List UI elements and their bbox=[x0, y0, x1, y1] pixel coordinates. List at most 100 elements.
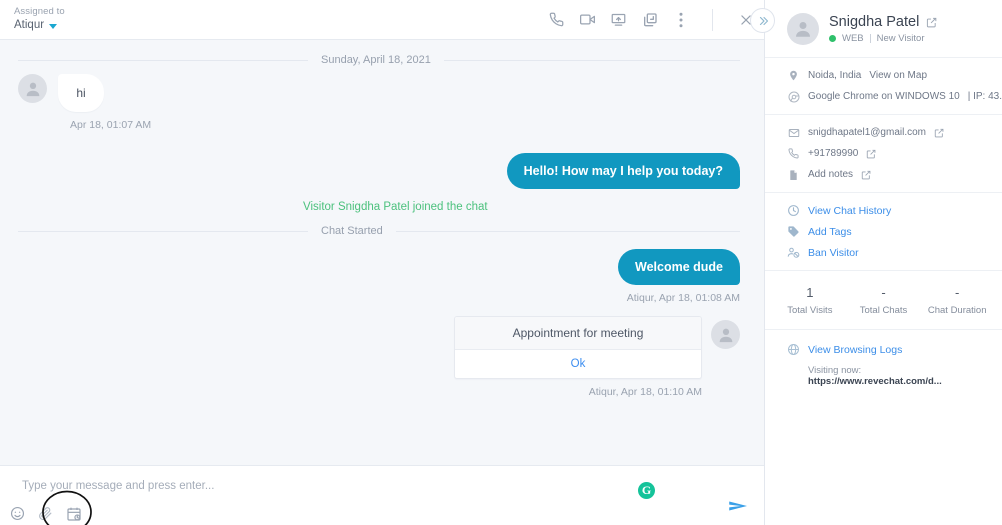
outgoing-bubble-wrap: Welcome dude Atiqur, Apr 18, 01:08 AM bbox=[618, 249, 740, 304]
composer-tools bbox=[8, 504, 83, 523]
screen-share-icon[interactable] bbox=[610, 11, 627, 28]
visitor-phone: +91789990 bbox=[808, 148, 859, 159]
emoji-smiley-icon[interactable] bbox=[8, 504, 27, 523]
visitor-name: Snigdha Patel bbox=[829, 14, 920, 30]
phone-icon[interactable] bbox=[548, 11, 565, 28]
status-separator bbox=[869, 34, 871, 43]
appointment-message-row: Appointment for meeting Ok Atiqur, Apr 1… bbox=[18, 316, 740, 398]
outgoing-bubble-wrap: Hello! How may I help you today? bbox=[506, 153, 740, 189]
message-row-incoming: hi bbox=[18, 74, 740, 112]
toolbar-divider bbox=[712, 8, 713, 31]
visiting-now-label: Visiting now: bbox=[808, 365, 862, 376]
message-timestamp: Atiqur, Apr 18, 01:10 AM bbox=[588, 386, 702, 398]
ban-visitor-label[interactable]: Ban Visitor bbox=[808, 247, 859, 259]
appointment-title: Appointment for meeting bbox=[455, 317, 701, 350]
edit-square-icon[interactable] bbox=[861, 170, 871, 180]
send-button[interactable] bbox=[728, 498, 750, 519]
globe-icon bbox=[787, 343, 800, 356]
divider-line-right bbox=[443, 59, 740, 61]
ban-visitor-action[interactable]: Ban Visitor bbox=[787, 246, 992, 259]
visitor-actions-section: View Chat History Add Tags Ban Visitor bbox=[765, 193, 1002, 271]
phone-icon bbox=[787, 147, 800, 160]
divider-line-left bbox=[18, 230, 308, 232]
stat-value: - bbox=[955, 285, 960, 300]
divider-line-right bbox=[395, 230, 740, 232]
chat-started-label: Chat Started bbox=[321, 225, 383, 237]
edit-square-icon[interactable] bbox=[866, 149, 876, 159]
day-divider: Sunday, April 18, 2021 bbox=[18, 54, 740, 66]
email-row: snigdhapatel1@gmail.com bbox=[787, 126, 992, 139]
tag-icon bbox=[787, 225, 800, 238]
chat-column: Assigned to Atiqur Sunday, April 18, 202… bbox=[0, 0, 775, 525]
message-timestamp: Apr 18, 01:07 AM bbox=[70, 119, 152, 131]
divider-line-left bbox=[18, 59, 308, 61]
chrome-browser-icon bbox=[787, 90, 800, 103]
envelope-icon bbox=[787, 126, 800, 139]
more-vertical-icon[interactable] bbox=[672, 11, 689, 28]
visiting-now-url[interactable]: https://www.revechat.com/d... bbox=[808, 376, 942, 387]
edit-square-icon[interactable] bbox=[926, 17, 937, 28]
message-bubble: Hello! How may I help you today? bbox=[506, 153, 740, 189]
visitor-info-panel: Snigdha Patel WEB New Visitor Noida, Ind… bbox=[765, 0, 1002, 525]
add-tags-label[interactable]: Add Tags bbox=[808, 226, 852, 238]
visitor-browser: Google Chrome on WINDOWS 10 bbox=[808, 91, 960, 102]
chat-started-divider: Chat Started bbox=[18, 225, 740, 237]
incoming-bubble-wrap: hi bbox=[47, 74, 104, 112]
view-browsing-logs-label[interactable]: View Browsing Logs bbox=[808, 344, 902, 356]
co-browse-icon[interactable] bbox=[641, 11, 658, 28]
visitor-ip: | IP: 43.231.56.50 bbox=[967, 91, 1002, 102]
chevron-down-icon[interactable] bbox=[49, 23, 58, 29]
day-divider-label: Sunday, April 18, 2021 bbox=[321, 54, 431, 66]
chat-toolbar: Assigned to Atiqur bbox=[0, 0, 764, 40]
view-chat-history-action[interactable]: View Chat History bbox=[787, 204, 992, 217]
add-notes-label[interactable]: Add notes bbox=[808, 169, 853, 180]
visitor-contact-section: snigdhapatel1@gmail.com +91789990 Add no bbox=[765, 115, 1002, 193]
view-chat-history-label[interactable]: View Chat History bbox=[808, 205, 891, 217]
add-tags-action[interactable]: Add Tags bbox=[787, 225, 992, 238]
paperclip-icon[interactable] bbox=[36, 504, 55, 523]
stat-total-chats: - Total Chats bbox=[847, 285, 921, 316]
stat-total-visits: 1 Total Visits bbox=[773, 285, 847, 316]
assigned-to-label: Assigned to bbox=[14, 5, 65, 17]
phone-row: +91789990 bbox=[787, 147, 992, 160]
visitor-channel: WEB bbox=[842, 33, 864, 44]
edit-square-icon[interactable] bbox=[934, 128, 944, 138]
message-row-outgoing: Welcome dude Atiqur, Apr 18, 01:08 AM bbox=[18, 249, 740, 304]
toolbar-icons bbox=[548, 8, 756, 31]
stat-value: 1 bbox=[806, 285, 814, 300]
map-pin-icon bbox=[787, 69, 800, 82]
stat-label: Total Chats bbox=[859, 305, 908, 316]
online-status-dot-icon bbox=[829, 35, 836, 42]
assigned-to-block[interactable]: Assigned to Atiqur bbox=[14, 5, 65, 32]
expand-panel-button[interactable] bbox=[750, 8, 775, 33]
visitor-email: snigdhapatel1@gmail.com bbox=[808, 127, 926, 138]
message-timestamp: Atiqur, Apr 18, 01:08 AM bbox=[626, 292, 740, 304]
visitor-avatar bbox=[18, 74, 47, 103]
note-document-icon bbox=[787, 168, 800, 181]
video-camera-icon[interactable] bbox=[579, 11, 596, 28]
visitor-stats: 1 Total Visits - Total Chats - Chat Dura… bbox=[765, 271, 1002, 330]
visitor-joined-note: Visitor Snigdha Patel joined the chat bbox=[303, 201, 488, 213]
appointment-card[interactable]: Appointment for meeting Ok bbox=[454, 316, 702, 379]
agent-avatar bbox=[711, 320, 740, 349]
visitor-location-section: Noida, India View on Map Google Chrome o… bbox=[765, 58, 1002, 115]
visitor-header: Snigdha Patel WEB New Visitor bbox=[765, 0, 1002, 58]
stat-value: - bbox=[881, 285, 886, 300]
visitor-status: WEB New Visitor bbox=[829, 33, 937, 44]
message-bubble: Welcome dude bbox=[618, 249, 740, 285]
stat-label: Chat Duration bbox=[927, 305, 987, 316]
message-bubble: hi bbox=[58, 74, 104, 112]
calendar-appointment-icon[interactable] bbox=[64, 504, 83, 523]
history-clock-icon bbox=[787, 204, 800, 217]
stat-chat-duration: - Chat Duration bbox=[920, 285, 994, 316]
message-composer: G bbox=[0, 465, 764, 525]
location-row: Noida, India View on Map bbox=[787, 69, 992, 82]
avatar bbox=[787, 13, 819, 45]
live-chat-app: Assigned to Atiqur Sunday, April 18, 202… bbox=[0, 0, 1002, 525]
grammarly-badge-icon[interactable]: G bbox=[638, 482, 655, 499]
view-on-map-link[interactable]: View on Map bbox=[869, 70, 927, 81]
message-row-outgoing: Hello! How may I help you today? bbox=[18, 153, 740, 189]
view-browsing-logs-action[interactable]: View Browsing Logs bbox=[787, 343, 992, 356]
visitor-location: Noida, India bbox=[808, 70, 862, 81]
appointment-ok-button[interactable]: Ok bbox=[455, 350, 701, 378]
